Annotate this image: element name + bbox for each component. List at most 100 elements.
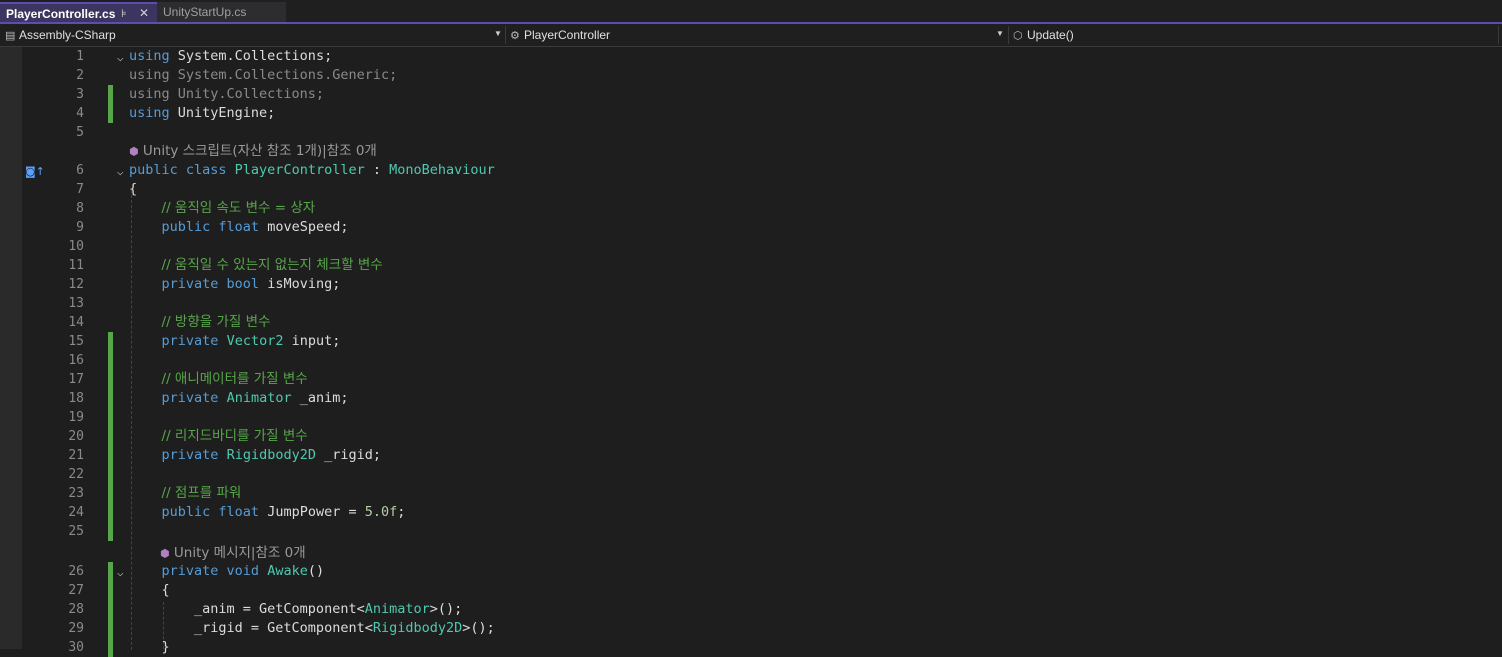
- code-line[interactable]: 2 using System.Collections.Generic;: [0, 66, 1502, 85]
- code-token: Rigidbody2D: [372, 620, 463, 636]
- line-number: 12: [68, 277, 84, 292]
- change-indicator: [108, 522, 113, 541]
- code-line[interactable]: 20 // 리지드바디를 가질 변수: [0, 427, 1502, 446]
- code-line[interactable]: 17 // 애니메이터를 가질 변수: [0, 370, 1502, 389]
- code-line[interactable]: 7{: [0, 180, 1502, 199]
- code-text: private Animator _anim;: [129, 389, 349, 408]
- code-text: using System.Collections;: [129, 47, 332, 66]
- code-line[interactable]: 15 private Vector2 input;: [0, 332, 1502, 351]
- code-line[interactable]: 23 // 점프를 파워: [0, 484, 1502, 503]
- code-token: UnityEngine;: [169, 105, 276, 121]
- class-icon: ⚙: [510, 30, 520, 42]
- code-line[interactable]: 5: [0, 123, 1502, 142]
- line-number: 11: [68, 258, 84, 273]
- code-line[interactable]: 24 public float JumpPower = 5.0f;: [0, 503, 1502, 522]
- code-line[interactable]: 1 ⌵ using System.Collections;: [0, 47, 1502, 66]
- code-line[interactable]: 30 }: [0, 638, 1502, 657]
- code-token: using: [129, 105, 170, 121]
- fold-chevron-icon[interactable]: ⌵: [117, 563, 124, 582]
- code-line[interactable]: 21 private Rigidbody2D _rigid;: [0, 446, 1502, 465]
- code-line[interactable]: 16: [0, 351, 1502, 370]
- code-token: {: [129, 181, 138, 197]
- code-text: private bool isMoving;: [129, 275, 341, 294]
- change-indicator: [108, 104, 113, 123]
- code-text: public class PlayerController : MonoBeha…: [129, 161, 495, 180]
- code-token: using: [129, 48, 170, 64]
- change-indicator: [108, 619, 113, 638]
- code-line[interactable]: 4 using UnityEngine;: [0, 104, 1502, 123]
- class-label: PlayerController: [524, 28, 611, 42]
- change-indicator: [108, 503, 113, 522]
- code-token: _rigid;: [315, 447, 381, 463]
- fold-chevron-icon[interactable]: ⌵: [117, 162, 124, 181]
- code-text: using System.Collections.Generic;: [129, 66, 397, 85]
- change-indicator: [108, 581, 113, 600]
- document-tab-strip: PlayerController.cs ⊧ ✕ UnityStartUp.cs: [0, 0, 1502, 22]
- code-token: using Unity.Collections;: [129, 86, 325, 102]
- code-token: public float: [161, 219, 260, 235]
- code-text: _rigid = GetComponent<Rigidbody2D>();: [129, 619, 495, 638]
- code-token: {: [129, 582, 170, 598]
- line-number: 2: [76, 68, 84, 83]
- code-editor[interactable]: ◙↑ ⬢ Unity 스크립트(자산 참조 1개)|참조 0개 ⬢ Unity …: [0, 47, 1502, 657]
- code-text: {: [129, 581, 170, 600]
- code-line[interactable]: 27 {: [0, 581, 1502, 600]
- code-text: // 리지드바디를 가질 변수: [129, 427, 308, 446]
- method-codelens[interactable]: ⬢ Unity 메시지|참조 0개: [160, 541, 306, 561]
- code-line[interactable]: 11 // 움직일 수 있는지 없는지 체크할 변수: [0, 256, 1502, 275]
- code-line[interactable]: 12 private bool isMoving;: [0, 275, 1502, 294]
- code-token: Awake: [267, 563, 308, 579]
- pin-icon[interactable]: ⊧: [121, 7, 127, 20]
- code-line[interactable]: 10: [0, 237, 1502, 256]
- fold-chevron-icon[interactable]: ⌵: [117, 48, 124, 67]
- code-line[interactable]: 29 _rigid = GetComponent<Rigidbody2D>();: [0, 619, 1502, 638]
- code-token: >();: [462, 620, 495, 636]
- code-token: (): [307, 563, 325, 579]
- line-number: 30: [68, 640, 84, 655]
- code-line[interactable]: 13: [0, 294, 1502, 313]
- code-token: >();: [429, 601, 463, 617]
- code-line[interactable]: 6 ⌵ public class PlayerController : MonoBe…: [0, 161, 1502, 180]
- change-indicator: [108, 562, 113, 581]
- code-line[interactable]: 3 using Unity.Collections;: [0, 85, 1502, 104]
- code-line[interactable]: 19: [0, 408, 1502, 427]
- change-indicator: [108, 389, 113, 408]
- tab-unity-startup[interactable]: UnityStartUp.cs: [157, 2, 286, 22]
- project-dropdown[interactable]: ▤ Assembly-CSharp ▼: [5, 24, 505, 46]
- code-line[interactable]: 26 ⌵ private void Awake(): [0, 562, 1502, 581]
- method-icon: ⬡: [1013, 30, 1023, 42]
- code-line[interactable]: 14 // 방향을 가질 변수: [0, 313, 1502, 332]
- code-token: // 방향을 가질 변수: [161, 314, 271, 330]
- code-text: private Vector2 input;: [129, 332, 341, 351]
- code-token: JumpPower =: [259, 504, 365, 520]
- code-token: private void: [161, 563, 260, 579]
- code-line[interactable]: 25: [0, 522, 1502, 541]
- line-number: 15: [68, 334, 84, 349]
- code-line[interactable]: 18 private Animator _anim;: [0, 389, 1502, 408]
- code-text: private Rigidbody2D _rigid;: [129, 446, 381, 465]
- close-icon[interactable]: ✕: [139, 6, 149, 20]
- line-number: 26: [68, 564, 84, 579]
- class-codelens[interactable]: ⬢ Unity 스크립트(자산 참조 1개)|참조 0개: [129, 139, 377, 159]
- divider: [505, 26, 506, 44]
- class-dropdown[interactable]: ⚙ PlayerController ▼: [510, 24, 1006, 46]
- line-number: 24: [68, 505, 84, 520]
- code-line[interactable]: 28 _anim = GetComponent<Animator>();: [0, 600, 1502, 619]
- code-line[interactable]: 8 // 움직임 속도 변수 = 상자: [0, 199, 1502, 218]
- member-dropdown[interactable]: ⬡ Update(): [1013, 24, 1498, 46]
- code-token: ;: [397, 504, 406, 520]
- code-token: moveSpeed;: [259, 219, 349, 235]
- code-line[interactable]: 9 public float moveSpeed;: [0, 218, 1502, 237]
- tab-player-controller[interactable]: PlayerController.cs ⊧ ✕: [0, 2, 157, 22]
- code-line[interactable]: 22: [0, 465, 1502, 484]
